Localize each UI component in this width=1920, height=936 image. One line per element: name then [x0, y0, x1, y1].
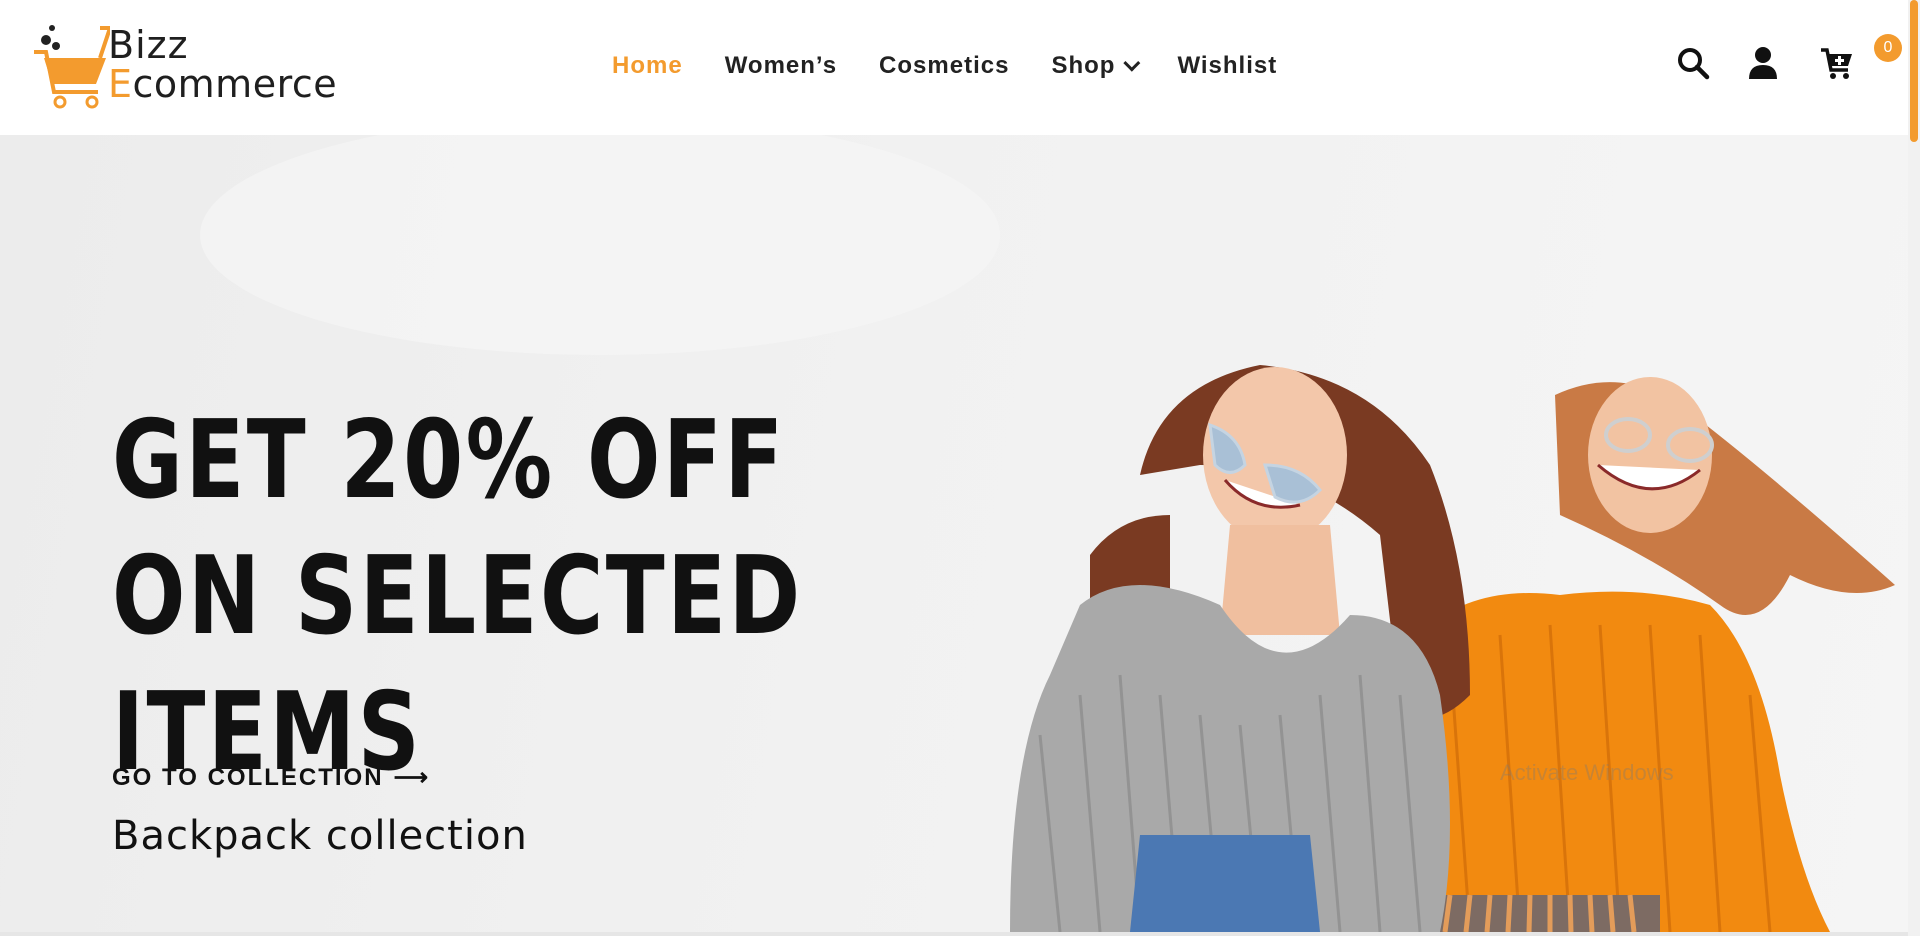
- activate-windows-watermark: Activate Windows: [1500, 760, 1674, 785]
- go-to-collection-label: GO TO COLLECTION: [112, 763, 384, 791]
- nav-womens-label: Women’s: [724, 52, 838, 79]
- vertical-scrollbar[interactable]: [1908, 0, 1920, 936]
- header-icons: [1668, 46, 1908, 86]
- brand-line1: Bizz: [108, 23, 189, 67]
- hero-title-line1: GET 20% OFF: [112, 398, 786, 523]
- hero-banner: GET 20% OFF ON SELECTED ITEMS Backpack c…: [0, 135, 1908, 932]
- hero-title-line2: ON SELECTED: [112, 534, 803, 659]
- nav-cosmetics[interactable]: Cosmetics: [879, 52, 1009, 80]
- cart-logo-icon: [34, 25, 110, 109]
- go-to-collection-link[interactable]: GO TO COLLECTION ⟶: [112, 763, 430, 792]
- nav-wishlist[interactable]: Wishlist: [1177, 52, 1277, 80]
- nav-home-label: Home: [612, 52, 683, 79]
- brand-line2: Ecommerce: [108, 65, 337, 104]
- brand-logo[interactable]: Bizz Ecommerce: [30, 22, 340, 112]
- cart-icon[interactable]: [1820, 46, 1854, 80]
- page-bottom-edge: [0, 932, 1908, 936]
- user-icon[interactable]: [1748, 46, 1778, 80]
- nav-wishlist-label: Wishlist: [1177, 52, 1278, 79]
- brand-line2-rest: commerce: [132, 62, 338, 106]
- brand-name: Bizz Ecommerce: [108, 26, 337, 104]
- nav-cosmetics-label: Cosmetics: [879, 52, 1010, 79]
- nav-womens[interactable]: Women’s: [725, 52, 837, 80]
- nav-shop[interactable]: Shop: [1051, 52, 1141, 80]
- cart-count-badge[interactable]: 0: [1874, 34, 1902, 62]
- main-nav: Home Women’s Cosmetics Shop Wishlist: [612, 52, 1277, 80]
- search-icon[interactable]: [1676, 46, 1710, 80]
- site-header: Bizz Ecommerce Home Women’s Cosmetics Sh…: [0, 0, 1908, 135]
- arrow-right-icon: ⟶: [393, 764, 430, 791]
- scrollbar-thumb[interactable]: [1910, 0, 1918, 142]
- hero-title: GET 20% OFF ON SELECTED ITEMS: [112, 393, 803, 801]
- brand-line2-accent: E: [108, 62, 133, 106]
- hero-subtitle: Backpack collection: [112, 813, 528, 859]
- chevron-down-icon: [1123, 54, 1141, 72]
- nav-home[interactable]: Home: [612, 52, 683, 80]
- nav-shop-label: Shop: [1051, 52, 1116, 79]
